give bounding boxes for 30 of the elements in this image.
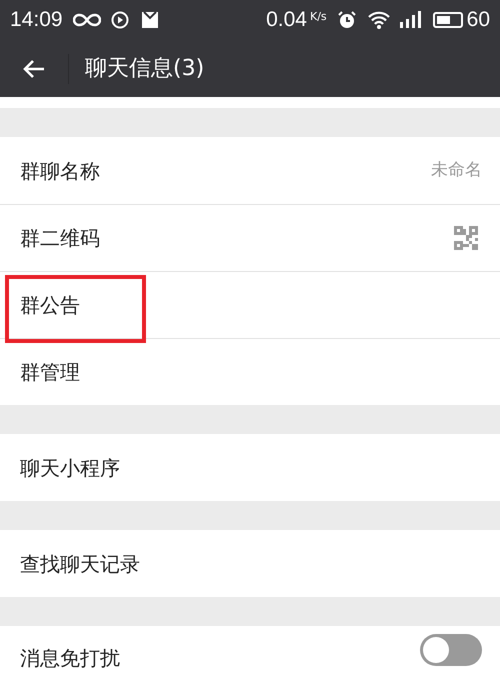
screen-title: 聊天信息(3) xyxy=(85,55,204,83)
row-label: 消息免打扰 xyxy=(20,648,120,668)
speed-unit: K/s xyxy=(310,9,327,25)
row-value: 未命名 xyxy=(431,158,482,182)
settings-row[interactable]: 查找聊天记录 xyxy=(0,530,500,597)
settings-row[interactable]: 聊天小程序 xyxy=(0,434,500,501)
network-speed: 0.04 xyxy=(266,7,307,34)
battery-icon xyxy=(432,12,463,28)
row-label: 群聊名称 xyxy=(20,158,100,184)
qr-code-icon xyxy=(454,226,478,250)
alarm-icon xyxy=(336,10,357,30)
row-label: 群二维码 xyxy=(20,225,100,252)
toggle-switch[interactable] xyxy=(420,634,482,666)
infinity-icon xyxy=(72,13,101,27)
battery-level: 60 xyxy=(466,7,490,34)
settings-row[interactable]: 群二维码 xyxy=(0,204,500,271)
row-label: 群管理 xyxy=(20,359,80,386)
settings-row[interactable]: 消息免打扰 xyxy=(0,626,500,675)
row-label: 群公告 xyxy=(20,292,80,319)
wifi-icon xyxy=(366,10,391,30)
row-label: 聊天小程序 xyxy=(20,454,120,482)
play-icon xyxy=(110,11,129,29)
signal-icon xyxy=(398,10,423,30)
settings-row[interactable]: 群聊名称 未命名 xyxy=(0,137,500,204)
mail-icon xyxy=(140,11,159,29)
time: 14:09 xyxy=(10,7,63,34)
settings-row[interactable]: 群管理 xyxy=(0,338,500,405)
back-arrow-icon xyxy=(22,58,46,78)
settings-row[interactable]: 群公告 xyxy=(0,271,500,338)
row-label: 查找聊天记录 xyxy=(20,550,140,578)
